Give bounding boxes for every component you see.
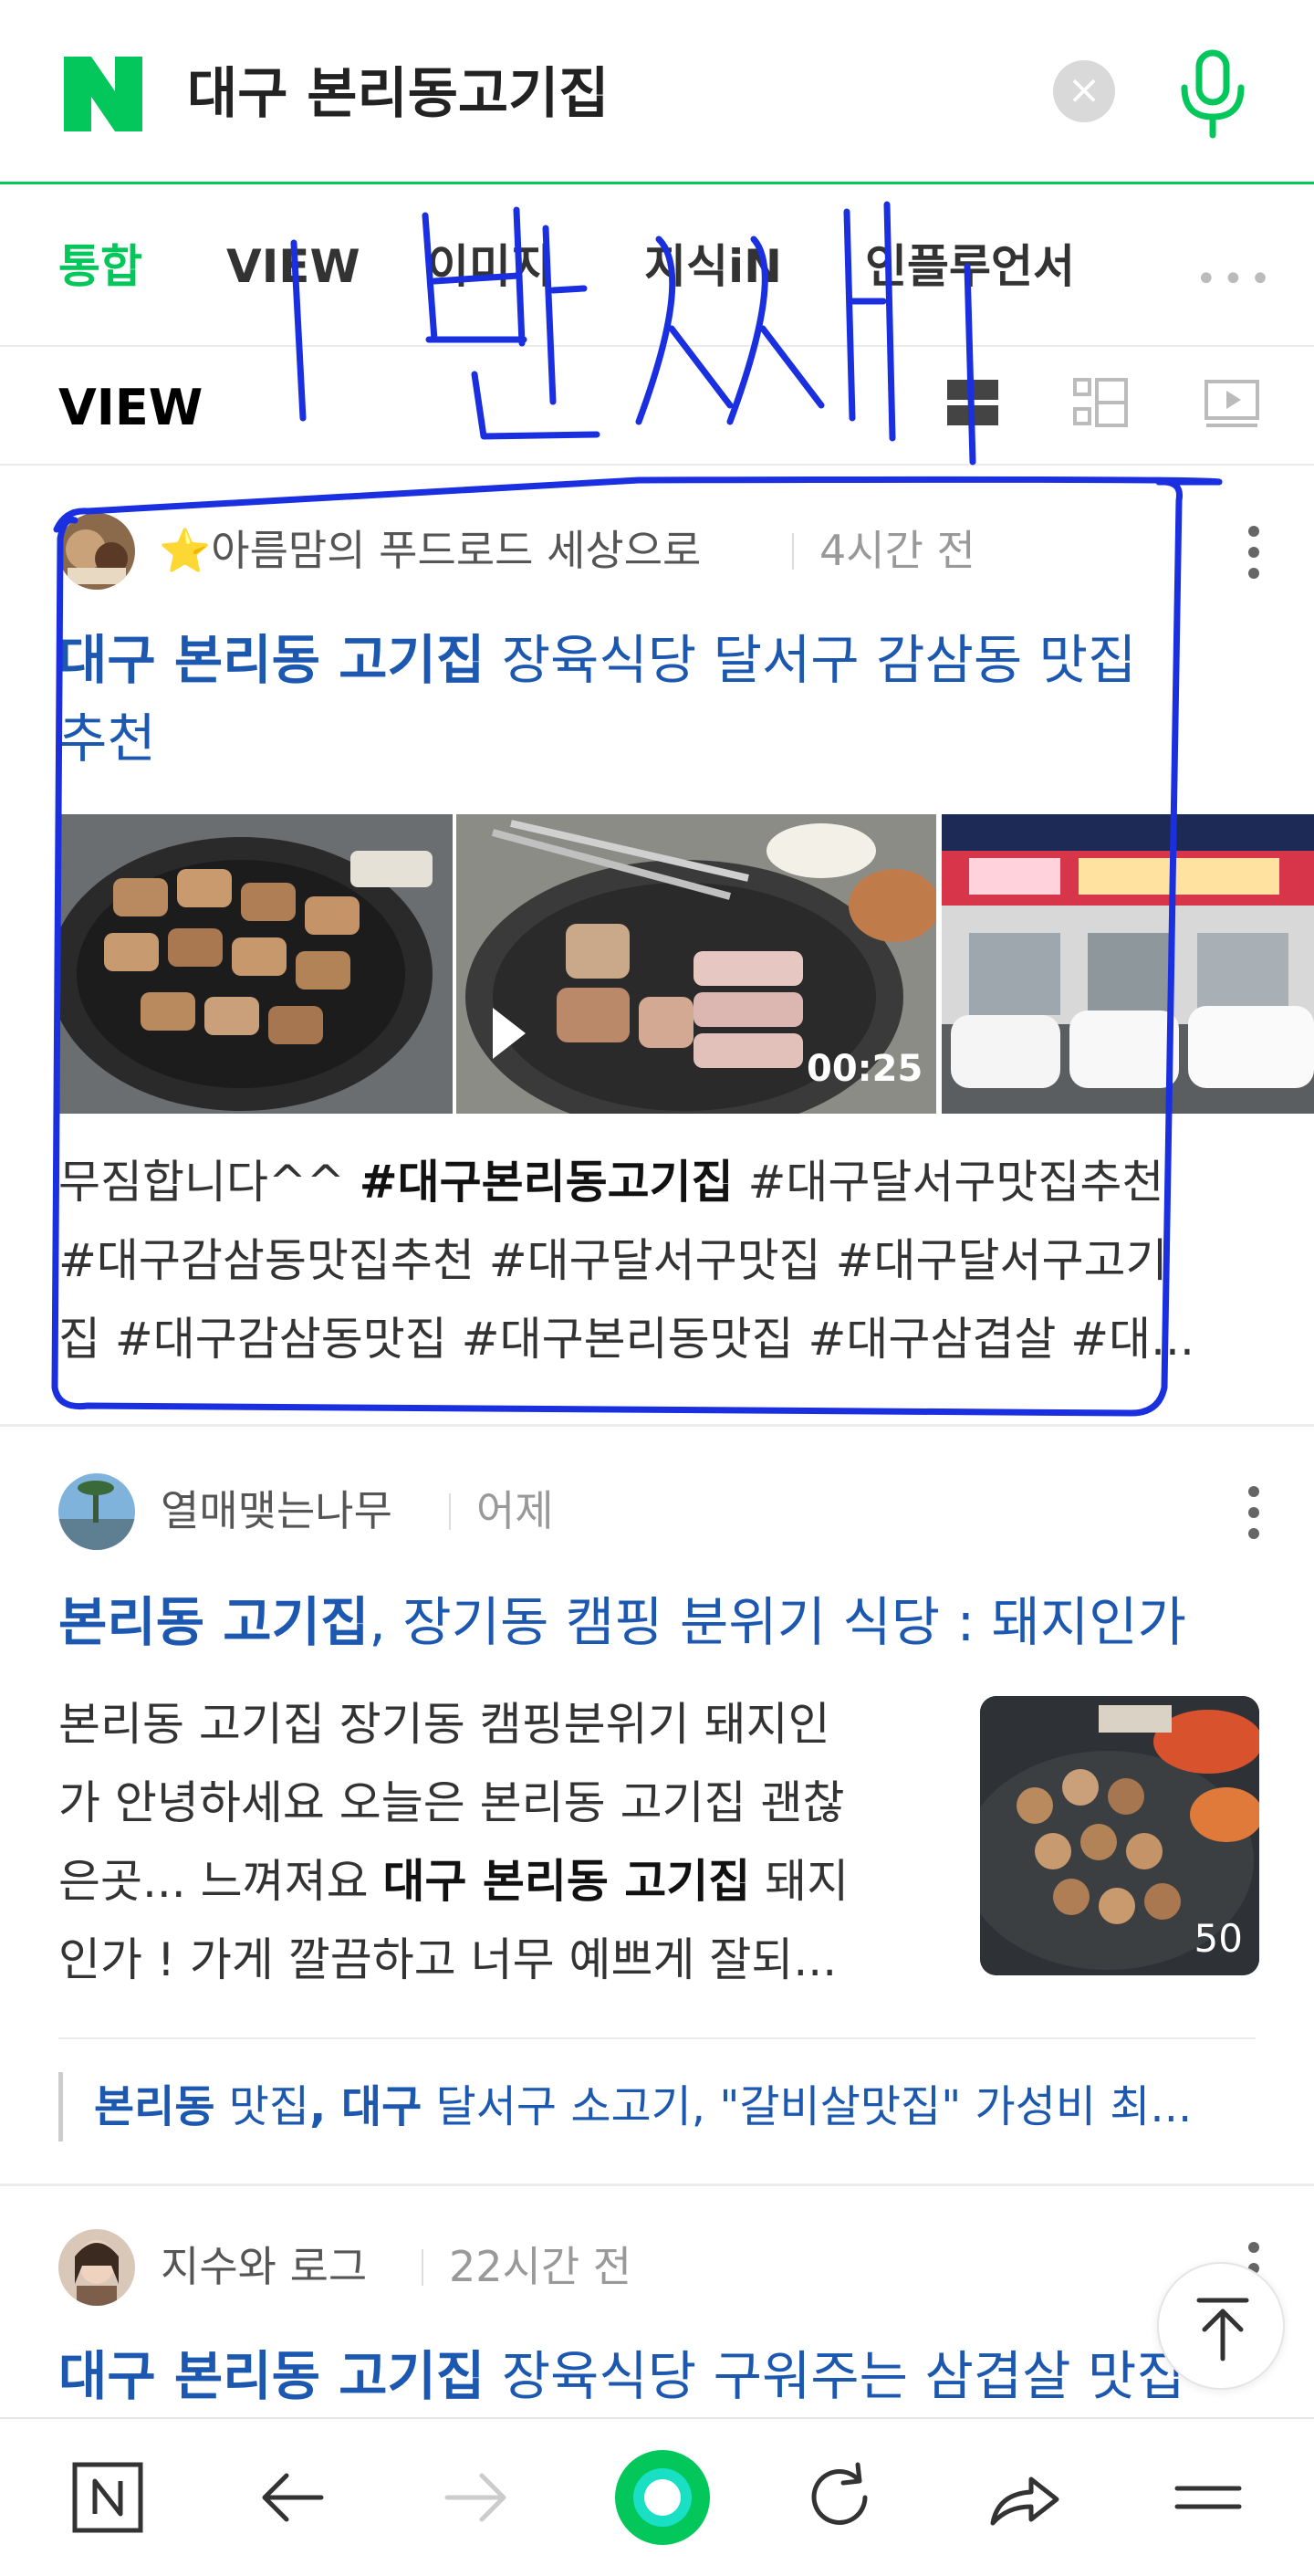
tab-all[interactable]: 통합 [58,235,142,298]
tab-images[interactable]: 이미지 [427,235,553,298]
view-section-title: VIEW [58,379,203,436]
related-post-link[interactable]: 본리동 맛집, 대구 달서구 소고기, "갈비살맛집" 가성비 최... [58,2072,1263,2141]
arrow-up-icon [1196,2298,1249,2361]
related-highlight: 본리동 [94,2081,215,2132]
post-title-highlight: 대구 본리동 고기집 [58,2345,485,2407]
related-text: 맛집 [214,2081,310,2132]
post-time: 22시간 전 [449,2242,632,2291]
post-title-highlight: 대구 본리동 고기집 [58,629,485,691]
clear-search-button[interactable]: × [1053,60,1115,122]
post-author-row: 지수와 로그 22시간 전 [58,2229,1263,2306]
refresh-icon[interactable] [796,2454,883,2541]
back-arrow-icon[interactable] [248,2454,336,2541]
forward-arrow-icon[interactable] [433,2454,520,2541]
more-tabs-icon[interactable]: ••• [1195,258,1277,300]
post-title-text: 장육식당 구워주는 삼겹살 맛집 [485,2345,1185,2407]
browser-bottom-bar [0,2417,1314,2576]
video-duration: 00:25 [807,1048,923,1090]
post-title-highlight: 본리동 고기집 [58,1591,370,1653]
post-title-text-cont: 추천 [58,707,156,770]
more-options-icon[interactable] [1245,1481,1263,1545]
microphone-icon[interactable] [1175,47,1250,139]
tab-view[interactable]: VIEW [226,235,360,298]
author-avatar[interactable] [58,1473,135,1550]
post-image[interactable] [942,814,1314,1114]
author-name[interactable]: 지수와 로그 [161,2236,367,2297]
separator [422,2249,423,2286]
green-dot-icon[interactable] [610,2445,715,2550]
divider [0,2183,1314,2186]
snippet-highlight: 대구 본리동 고기집 [382,1855,751,1908]
separator [792,533,794,570]
post-snippet[interactable]: 무짐합니다^^ #대구본리동고기집 #대구달서구맛집추천 #대구감삼동맛집추천 … [58,1143,1194,1378]
author-avatar[interactable] [58,2229,135,2306]
post-title[interactable]: 대구 본리동 고기집 장육식당 구워주는 삼겹살 맛집 [58,2337,1245,2415]
author-avatar[interactable] [58,513,135,590]
snippet-text: #대구달서구맛집추천 [733,1156,1164,1209]
snippet-text: #대구감삼동맛집추천 #대구달서구맛집 #대구달서구고기 [58,1234,1168,1287]
divider [0,1424,1314,1427]
post-image[interactable] [58,814,453,1114]
search-bar: 대구 본리동고기집 × [0,0,1314,184]
share-icon[interactable] [980,2454,1068,2541]
menu-icon[interactable] [1164,2454,1252,2541]
author-name[interactable]: ⭐아름맘의 푸드로드 세상으로 [159,520,701,581]
tab-influencer[interactable]: 인플루언서 [865,235,1075,298]
post-thumbnail[interactable]: 50 [980,1696,1259,1975]
more-options-icon[interactable] [1245,520,1263,584]
post-time: 4시간 전 [819,526,975,575]
snippet-highlight: #대구본리동고기집 [359,1156,734,1209]
search-tabs: 통합 VIEW 이미지 지식iN 인플루언서 ••• [0,187,1314,347]
post-title[interactable]: 본리동 고기집, 장기동 캠핑 분위기 식당 : 돼지인가 [58,1583,1245,1661]
search-query[interactable]: 대구 본리동고기집 [187,57,610,131]
video-filter-icon[interactable] [1203,374,1261,433]
scroll-to-top-button[interactable] [1157,2262,1285,2390]
divider [58,2037,1256,2039]
post-author-row: ⭐아름맘의 푸드로드 세상으로 4시간 전 [58,513,1263,590]
post-time: 어제 [476,1486,554,1535]
separator [449,1493,451,1530]
snippet-text: 집 #대구감삼동맛집 #대구본리동맛집 #대구삼겹살 #대... [58,1313,1194,1366]
list-thumb-icon[interactable] [1071,374,1130,433]
author-name[interactable]: 열매맺는나무 [161,1481,392,1541]
naver-logo[interactable] [64,57,142,131]
snippet-text: 은곳... 느껴져요 [58,1855,383,1908]
post-title-text: 장육식당 달서구 감삼동 맛집 [485,629,1137,691]
post-title-text: , 장기동 캠핑 분위기 식당 : 돼지인가 [369,1591,1186,1653]
image-count: 50 [1194,1916,1243,1961]
post-image-strip[interactable]: 00:25 [58,814,1314,1114]
naver-home-icon[interactable] [64,2454,151,2541]
post-title[interactable]: 대구 본리동 고기집 장육식당 달서구 감삼동 맛집 추천 [58,621,1245,778]
snippet-text: 본리동 고기집 장기동 캠핑분위기 돼지인 [58,1698,830,1751]
tab-knowledge-in[interactable]: 지식iN [644,235,782,298]
view-section-header: VIEW [0,347,1314,466]
snippet-text: 가 안녕하세요 오늘은 본리동 고기집 괜찮 [58,1776,845,1829]
list-card-icon[interactable] [944,374,1002,433]
snippet-text: 무짐합니다^^ [58,1156,360,1209]
post-snippet[interactable]: 본리동 고기집 장기동 캠핑분위기 돼지인 가 안녕하세요 오늘은 본리동 고기… [58,1685,953,1999]
post-author-row: 열매맺는나무 어제 [58,1473,1263,1550]
related-highlight: , 대구 [309,2081,422,2132]
snippet-text: 인가 ! 가게 깔끔하고 너무 예쁘게 잘되... [58,1933,838,1986]
related-text: 달서구 소고기, "갈비살맛집" 가성비 최... [422,2081,1193,2132]
snippet-text: 돼지 [750,1855,850,1908]
